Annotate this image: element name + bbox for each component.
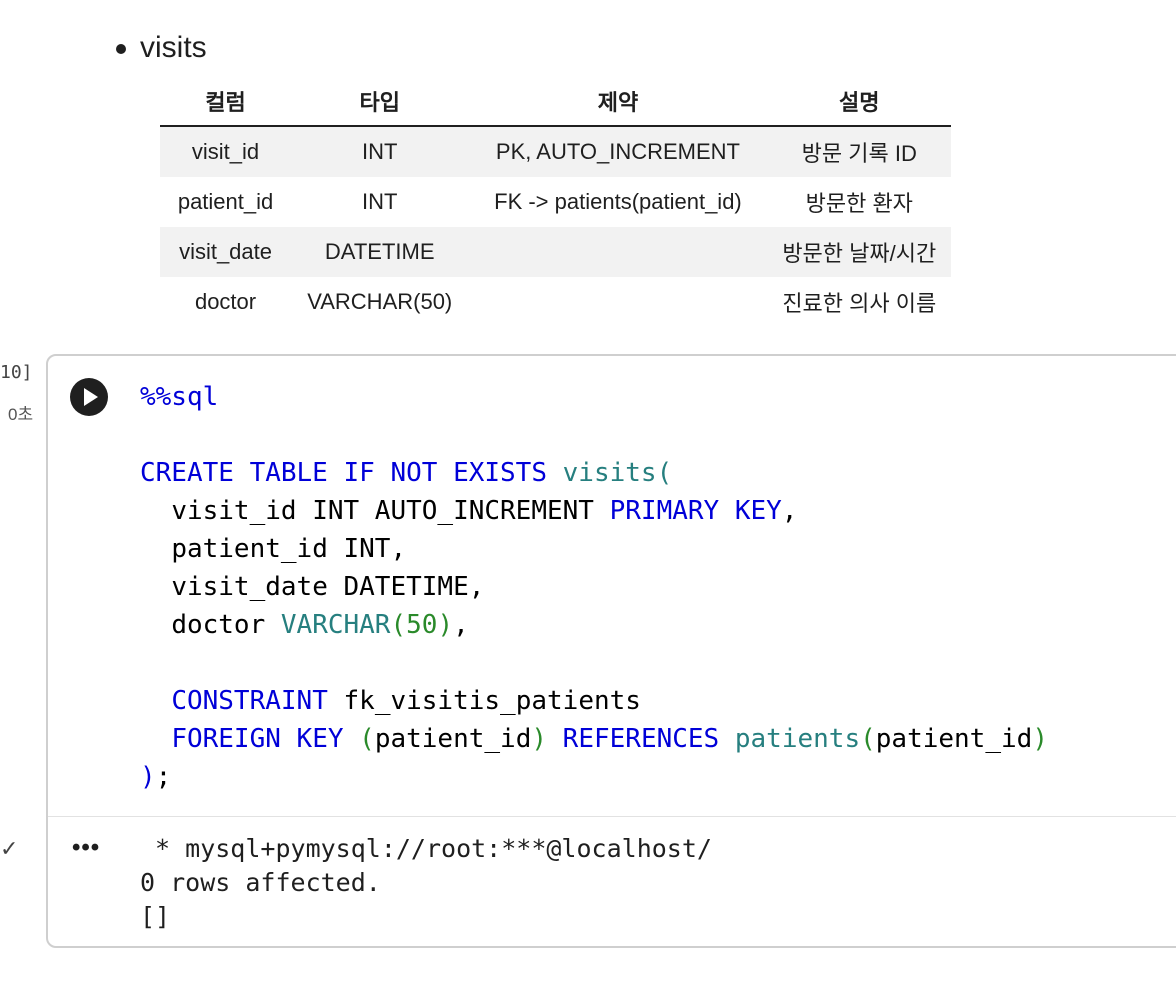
code-text: visit_date DATETIME, — [171, 572, 485, 602]
table-cell: INT — [361, 189, 398, 214]
code-text: patient_id — [875, 724, 1033, 754]
run-cell-button[interactable] — [70, 378, 108, 416]
code-keyword: REFERENCES — [562, 724, 720, 754]
table-cell: patient_id — [177, 189, 274, 214]
code-text: visit_id INT AUTO_INCREMENT — [171, 496, 594, 526]
output-divider — [48, 816, 1176, 817]
table-cell: visit_id — [160, 126, 292, 177]
column-header-constraint: 제약 — [468, 76, 768, 127]
table-cell: 방문 기록 ID — [767, 126, 951, 177]
code-function: patients — [734, 724, 861, 754]
table-row: visit_id INT PK, AUTO_INCREMENT 방문 기록 ID — [160, 126, 951, 177]
code-table-name: visits — [562, 458, 657, 488]
column-header-description: 설명 — [767, 76, 951, 127]
code-function: VARCHAR — [280, 610, 391, 640]
table-cell: FK -> patients(patient_id) — [494, 189, 742, 214]
code-magic: %%sql — [140, 382, 219, 412]
table-cell: 진료한 의사 이름 — [782, 291, 937, 316]
code-text: fk_visitis_patients — [343, 686, 641, 716]
execution-count: 10] — [0, 362, 33, 383]
table-cell: doctor — [194, 289, 257, 314]
markdown-list-item: visits — [116, 28, 207, 68]
cell-output: * mysql+pymysql://root:***@localhost/ 0 … — [140, 832, 712, 934]
list-item-text: visits — [140, 31, 207, 64]
table-header-row: 컬럼 타입 제약 설명 — [160, 76, 951, 127]
code-keyword: PRIMARY KEY — [609, 496, 782, 526]
table-row: doctor VARCHAR(50) 진료한 의사 이름 — [160, 277, 951, 327]
table-cell: INT — [291, 126, 469, 177]
output-line: [] — [140, 902, 171, 931]
table-cell: visit_date — [160, 227, 292, 277]
table-cell: PK, AUTO_INCREMENT — [468, 126, 768, 177]
table-cell — [468, 277, 767, 327]
table-cell: 방문한 환자 — [805, 191, 913, 216]
column-header-type: 타입 — [291, 76, 469, 127]
code-number: 50 — [406, 610, 438, 640]
bullet-icon — [116, 44, 126, 54]
schema-table: 컬럼 타입 제약 설명 visit_id INT PK, AUTO_INCREM… — [160, 76, 951, 327]
table-cell: VARCHAR(50) — [307, 289, 453, 314]
code-keyword: CONSTRAINT — [171, 686, 328, 716]
table-row: patient_id INT FK -> patients(patient_id… — [160, 177, 951, 227]
more-horiz-icon[interactable]: ••• — [72, 834, 100, 862]
code-keyword: FOREIGN KEY — [171, 724, 344, 754]
execution-time: 0초 — [8, 405, 34, 424]
code-editor[interactable]: %%sql CREATE TABLE IF NOT EXISTS visits(… — [140, 378, 1048, 796]
table-cell: DATETIME — [291, 227, 469, 277]
check-icon: ✓ — [0, 836, 19, 861]
code-text: patient_id INT, — [171, 534, 407, 564]
code-text: doctor — [171, 610, 266, 640]
notebook-page: visits 컬럼 타입 제약 설명 visit_id INT PK, AUTO… — [0, 0, 1176, 984]
column-header-column: 컬럼 — [160, 76, 292, 127]
output-line: 0 rows affected. — [140, 868, 381, 897]
output-line: * mysql+pymysql://root:***@localhost/ — [140, 834, 712, 863]
table-cell — [468, 227, 768, 277]
code-text: patient_id — [374, 724, 532, 754]
code-cell[interactable]: %%sql CREATE TABLE IF NOT EXISTS visits(… — [46, 354, 1176, 948]
code-keyword: CREATE TABLE IF NOT EXISTS — [140, 458, 547, 488]
table-cell: 방문한 날짜/시간 — [767, 227, 951, 277]
table-row: visit_date DATETIME 방문한 날짜/시간 — [160, 227, 951, 277]
